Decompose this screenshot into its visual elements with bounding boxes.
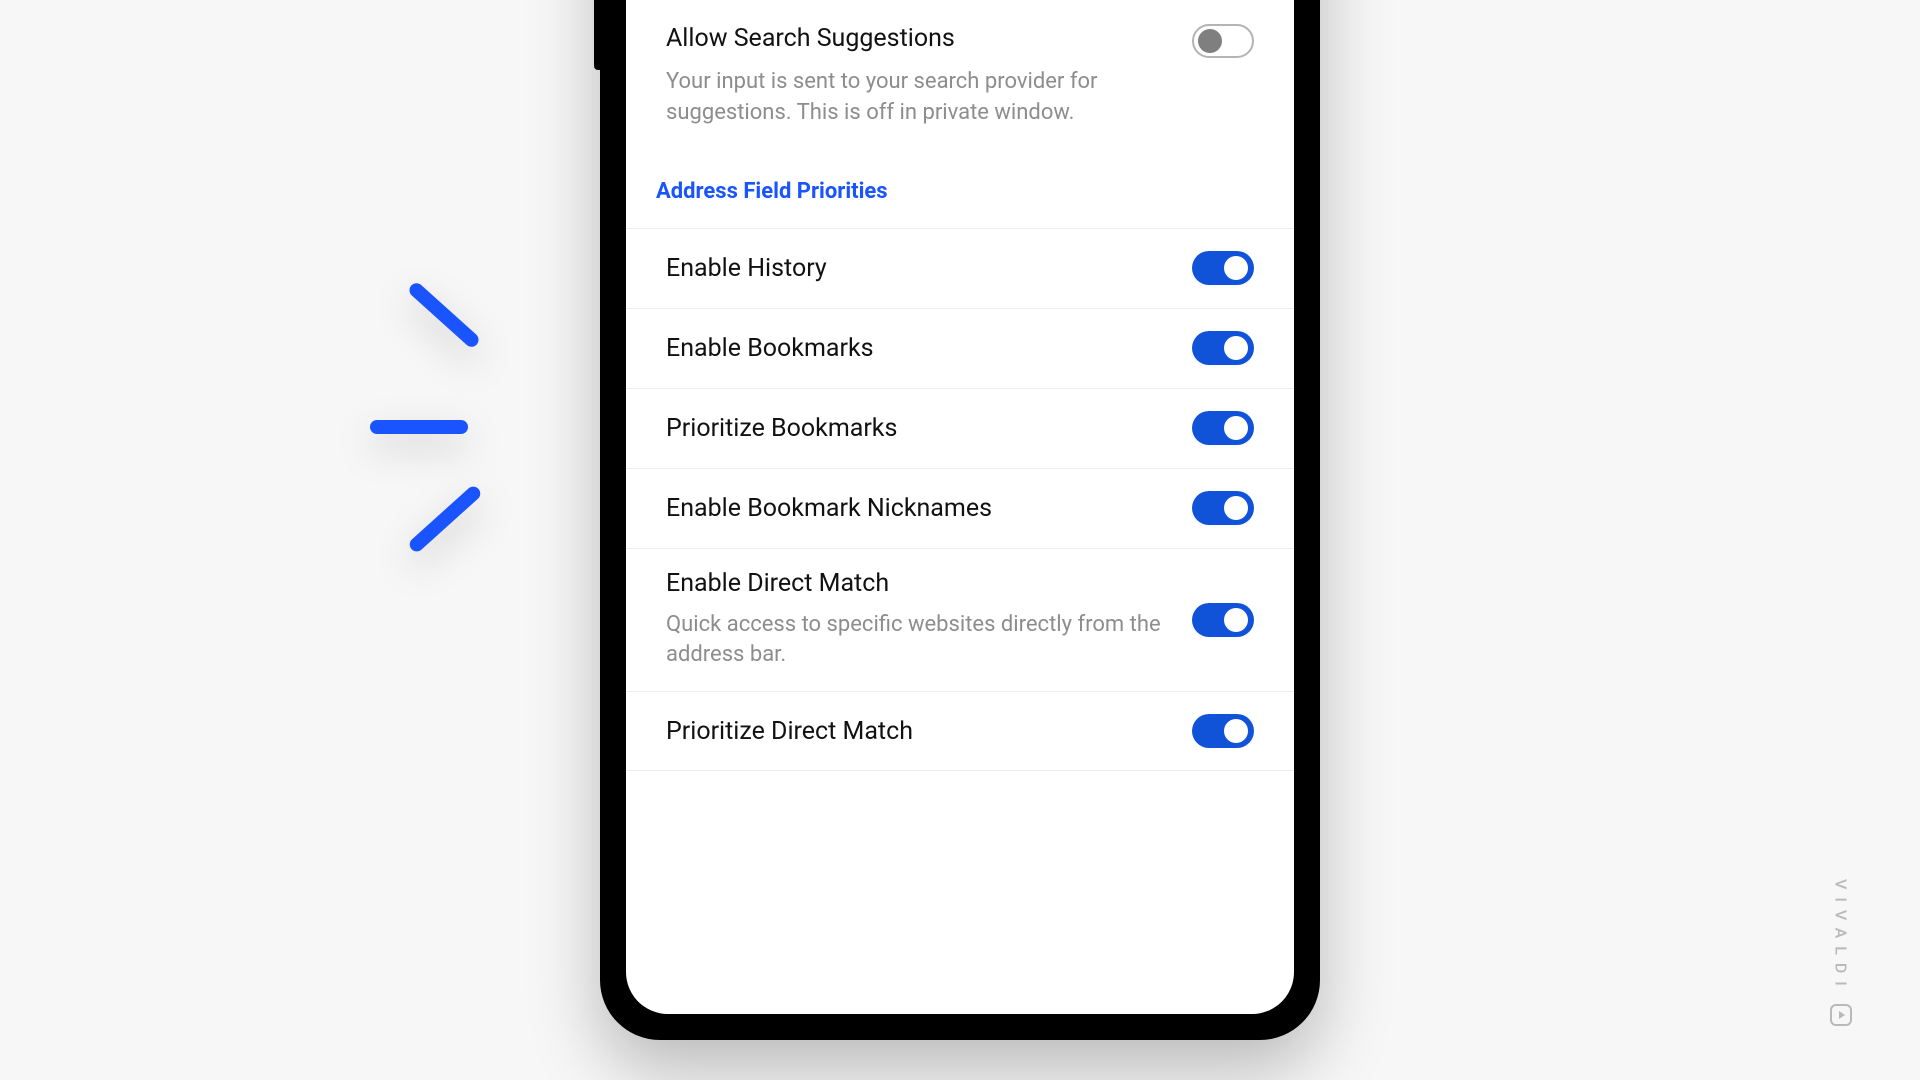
toggle-knob-icon <box>1224 336 1248 360</box>
setting-enable-bookmarks[interactable]: Enable Bookmarks <box>626 308 1294 388</box>
toggle-enable-bookmarks[interactable] <box>1192 331 1254 365</box>
setting-title: Enable Direct Match <box>666 569 1172 598</box>
setting-prioritize-direct-match[interactable]: Prioritize Direct Match <box>626 691 1294 771</box>
vivaldi-logo-icon <box>1830 1004 1852 1026</box>
toggle-prioritize-direct-match[interactable] <box>1192 714 1254 748</box>
toggle-enable-direct-match[interactable] <box>1192 603 1254 637</box>
setting-text: Prioritize Bookmarks <box>666 414 1172 443</box>
toggle-knob-icon <box>1224 496 1248 520</box>
setting-title: Prioritize Direct Match <box>666 717 1172 746</box>
setting-title: Enable History <box>666 254 1172 283</box>
setting-enable-direct-match[interactable]: Enable Direct Match Quick access to spec… <box>626 548 1294 692</box>
accent-line-icon <box>407 280 482 349</box>
setting-prioritize-bookmarks[interactable]: Prioritize Bookmarks <box>626 388 1294 468</box>
setting-title: Prioritize Bookmarks <box>666 414 1172 443</box>
toggle-enable-history[interactable] <box>1192 251 1254 285</box>
setting-text: Enable Bookmark Nicknames <box>666 494 1172 523</box>
toggle-knob-icon <box>1224 608 1248 632</box>
phone-power-button-icon <box>594 0 600 70</box>
toggle-knob-icon <box>1224 416 1248 440</box>
settings-rows: Enable History Enable Bookmarks <box>626 228 1294 772</box>
toggle-knob-icon <box>1224 256 1248 280</box>
setting-allow-search-suggestions[interactable]: Allow Search Suggestions Your input is s… <box>626 6 1294 169</box>
setting-title: Enable Bookmark Nicknames <box>666 494 1172 523</box>
setting-text: Allow Search Suggestions Your input is s… <box>666 24 1168 129</box>
accent-lines <box>370 280 550 560</box>
accent-line-icon <box>407 484 483 555</box>
vivaldi-brand: VIVALDI <box>1830 879 1852 1026</box>
setting-text: Enable History <box>666 254 1172 283</box>
section-header-address-field-priorities: Address Field Priorities <box>626 169 1294 228</box>
setting-title: Enable Bookmarks <box>666 334 1172 363</box>
setting-enable-history[interactable]: Enable History <box>626 228 1294 308</box>
phone-screen: Allow Search Suggestions Your input is s… <box>626 0 1294 1014</box>
setting-title: Allow Search Suggestions <box>666 24 1168 53</box>
settings-content: Allow Search Suggestions Your input is s… <box>626 6 1294 1014</box>
phone-frame: Allow Search Suggestions Your input is s… <box>600 0 1320 1040</box>
setting-description: Quick access to specific websites direct… <box>666 610 1172 672</box>
setting-description: Your input is sent to your search provid… <box>666 67 1168 129</box>
vivaldi-wordmark: VIVALDI <box>1832 879 1851 994</box>
toggle-enable-bookmark-nicknames[interactable] <box>1192 491 1254 525</box>
toggle-prioritize-bookmarks[interactable] <box>1192 411 1254 445</box>
setting-enable-bookmark-nicknames[interactable]: Enable Bookmark Nicknames <box>626 468 1294 548</box>
toggle-allow-search-suggestions[interactable] <box>1192 24 1254 58</box>
setting-text: Prioritize Direct Match <box>666 717 1172 746</box>
accent-line-icon <box>370 420 468 434</box>
setting-text: Enable Bookmarks <box>666 334 1172 363</box>
toggle-knob-icon <box>1224 719 1248 743</box>
toggle-knob-icon <box>1198 29 1222 53</box>
setting-text: Enable Direct Match Quick access to spec… <box>666 569 1172 672</box>
